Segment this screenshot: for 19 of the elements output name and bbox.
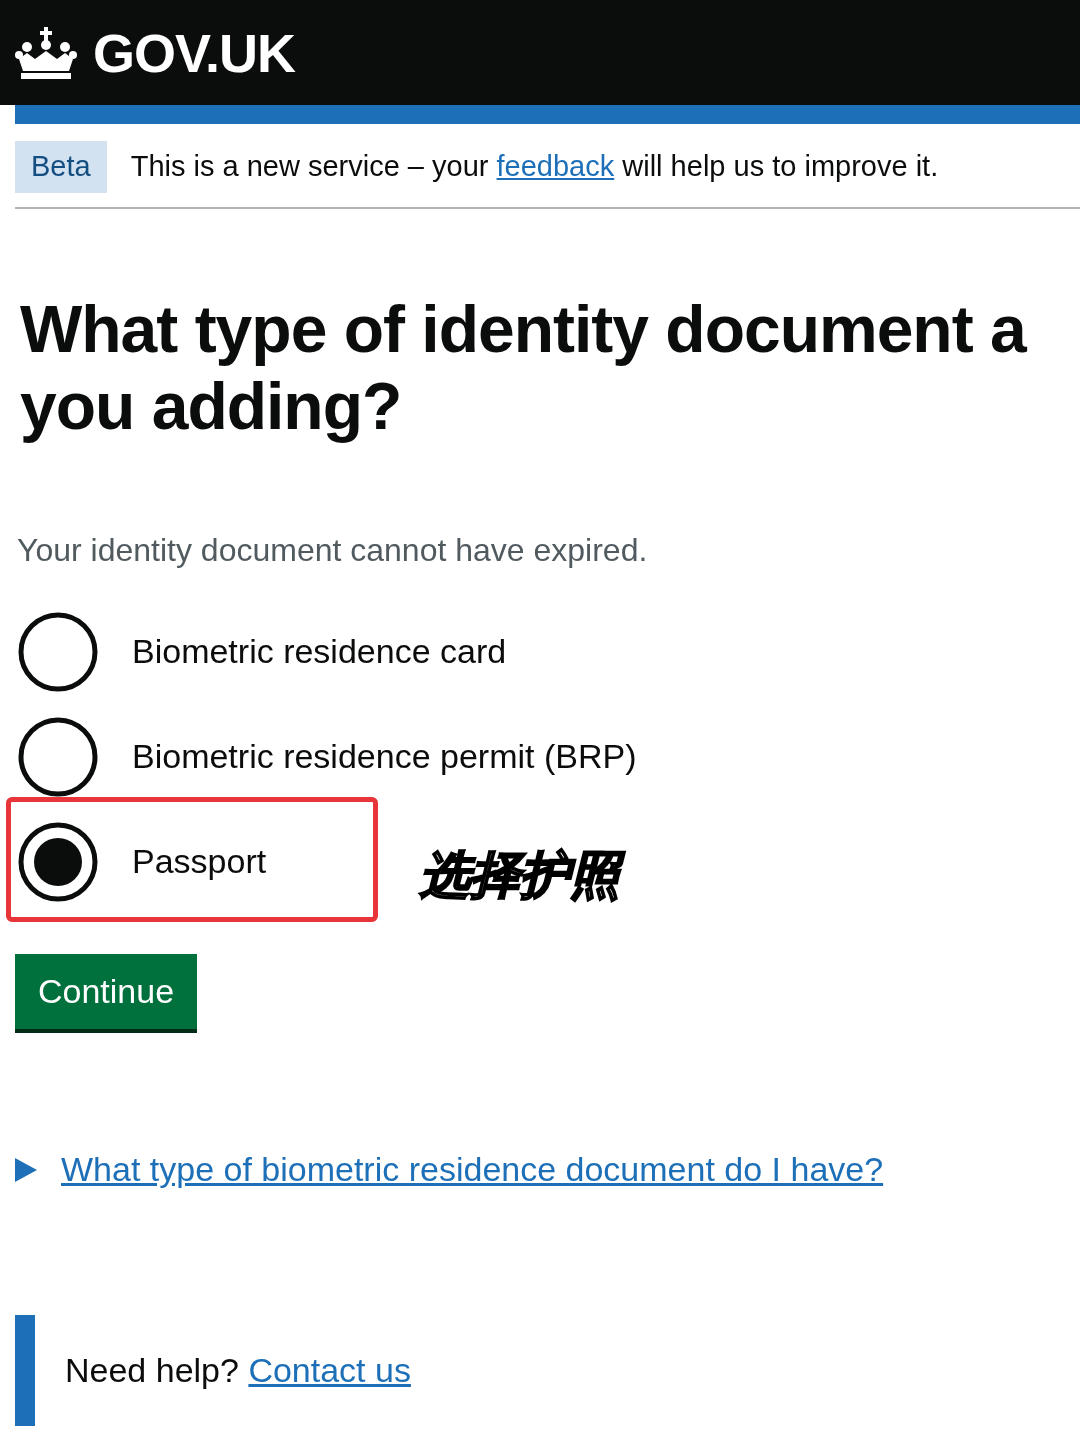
radio-label[interactable]: Biometric residence permit (BRP) <box>132 731 637 783</box>
radio-label[interactable]: Passport <box>132 836 267 888</box>
hint-text: Your identity document cannot have expired. <box>17 531 649 571</box>
help-text: Need help? Contact us <box>65 1350 411 1392</box>
contact-link[interactable]: Contact us <box>248 1351 411 1390</box>
feedback-link[interactable]: feedback <box>496 150 615 182</box>
details-summary-link[interactable]: What type of biometric residence document do I have? <box>61 1144 884 1196</box>
radio-button[interactable] <box>18 611 98 692</box>
banner-text: This is a new service – your feedback will help us to improve it. <box>130 149 939 184</box>
crown-icon <box>15 24 77 81</box>
selected-radio-button[interactable] <box>18 821 98 902</box>
logo-text[interactable]: GOV.UK <box>93 25 296 80</box>
page-heading: What type of identity document a you adding? <box>20 290 1028 446</box>
triangle-icon[interactable] <box>15 1157 37 1182</box>
phase-tag: Beta <box>15 141 107 193</box>
radio-button[interactable] <box>18 716 98 797</box>
annotation-text: 选择护照 <box>410 837 630 915</box>
continue-button[interactable]: Continue <box>15 954 198 1030</box>
radio-label[interactable]: Biometric residence card <box>132 626 507 678</box>
